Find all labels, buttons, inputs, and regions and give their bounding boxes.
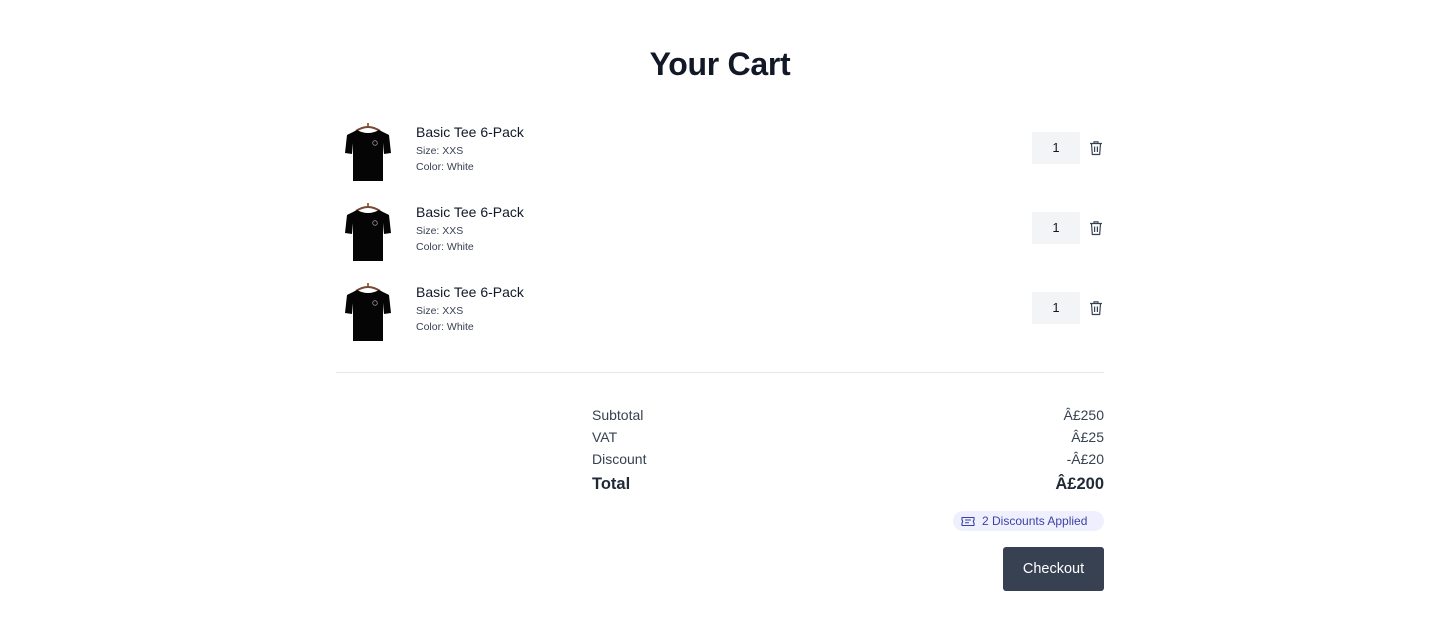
discount-badge-label: 2 Discounts Applied: [982, 514, 1088, 528]
vat-value: Â£25: [1071, 429, 1104, 445]
delete-item-button[interactable]: [1086, 218, 1106, 238]
subtotal-label: Subtotal: [592, 407, 644, 423]
subtotal-value: Â£250: [1063, 407, 1104, 423]
checkout-button[interactable]: Checkout: [1003, 547, 1104, 591]
product-name: Basic Tee 6-Pack: [416, 124, 524, 140]
cart-item: Basic Tee 6-Pack Size: XXS Color: White …: [336, 272, 1104, 352]
discount-label: Discount: [592, 451, 647, 467]
product-color: Color: White: [416, 161, 474, 173]
product-image: [336, 200, 400, 264]
product-info: Basic Tee 6-Pack Size: XXS Color: White: [416, 204, 524, 255]
product-size: Size: XXS: [416, 145, 464, 157]
cart-item: Basic Tee 6-Pack Size: XXS Color: White …: [336, 112, 1104, 192]
product-name: Basic Tee 6-Pack: [416, 284, 524, 300]
ticket-icon: [961, 516, 975, 526]
product-color: Color: White: [416, 321, 474, 333]
product-size: Size: XXS: [416, 305, 464, 317]
total-value: Â£200: [1055, 475, 1104, 493]
product-color: Color: White: [416, 241, 474, 253]
cart-item: Basic Tee 6-Pack Size: XXS Color: White …: [336, 192, 1104, 272]
discount-row: Discount -Â£20: [592, 448, 1104, 470]
product-image: [336, 120, 400, 184]
delete-item-button[interactable]: [1086, 138, 1106, 158]
trash-icon: [1090, 221, 1102, 236]
vat-label: VAT: [592, 429, 618, 445]
quantity-input[interactable]: 1: [1032, 132, 1080, 164]
subtotal-row: Subtotal Â£250: [592, 404, 1104, 426]
product-image: [336, 280, 400, 344]
page-title: Your Cart: [649, 46, 791, 82]
product-info: Basic Tee 6-Pack Size: XXS Color: White: [416, 284, 524, 335]
discounts-applied-badge[interactable]: 2 Discounts Applied: [953, 511, 1104, 531]
quantity-input[interactable]: 1: [1032, 292, 1080, 324]
product-info: Basic Tee 6-Pack Size: XXS Color: White: [416, 124, 524, 175]
quantity-input[interactable]: 1: [1032, 212, 1080, 244]
total-label: Total: [592, 475, 631, 493]
product-name: Basic Tee 6-Pack: [416, 204, 524, 220]
trash-icon: [1090, 141, 1102, 156]
cart-list: Basic Tee 6-Pack Size: XXS Color: White …: [336, 112, 1104, 352]
product-size: Size: XXS: [416, 225, 464, 237]
vat-row: VAT Â£25: [592, 426, 1104, 448]
order-summary: Subtotal Â£250 VAT Â£25 Discount -Â£20 T…: [592, 404, 1104, 497]
discount-value: -Â£20: [1066, 451, 1104, 467]
total-row: Total Â£200: [592, 471, 1104, 497]
trash-icon: [1090, 301, 1102, 316]
divider: [336, 372, 1104, 373]
delete-item-button[interactable]: [1086, 298, 1106, 318]
